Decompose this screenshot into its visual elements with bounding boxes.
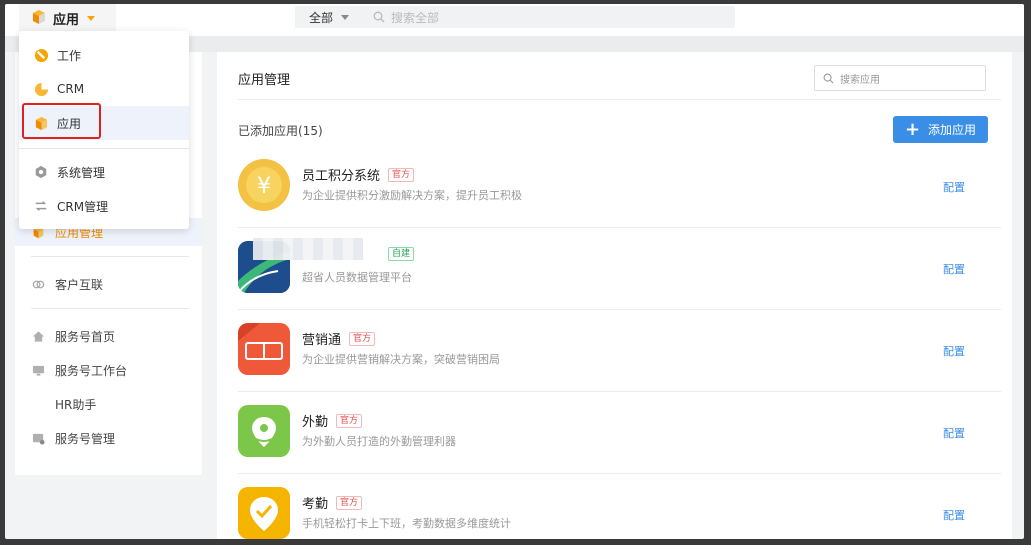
app-name-text: 外勤 xyxy=(302,415,329,430)
search-scope-label: 全部 xyxy=(309,10,334,25)
app-switcher-label: 应用 xyxy=(53,12,80,28)
list-item: ¥ 员工积分系统 官方 为企业提供积分激励解决方案，提升员工积极 配置 xyxy=(238,146,1001,228)
list-item: 自建 超省人员数据管理平台 配置 xyxy=(238,228,1001,310)
crm-manage-icon xyxy=(33,198,49,214)
configure-link[interactable]: 配置 xyxy=(943,343,965,359)
app-description: 手机轻松打卡上下班，考勤数据多维度统计 xyxy=(302,517,511,530)
plus-icon: + xyxy=(904,118,921,140)
blurred-app-name xyxy=(253,238,363,260)
home-icon xyxy=(31,329,45,343)
app-description: 超省人员数据管理平台 xyxy=(302,271,412,284)
list-item: 外勤 官方 为外勤人员打造的外勤管理利器 配置 xyxy=(238,392,1001,474)
search-icon xyxy=(373,11,385,23)
menu-item-crm-manage[interactable]: CRM管理 xyxy=(19,189,189,223)
app-name: 外勤 官方 xyxy=(302,411,363,430)
title-divider xyxy=(238,99,1001,100)
app-search-placeholder: 搜索应用 xyxy=(840,74,880,86)
work-icon xyxy=(33,47,49,63)
status-badge: 官方 xyxy=(336,495,363,510)
sidebar-divider xyxy=(31,308,189,309)
app-search-input[interactable]: 搜索应用 xyxy=(814,65,986,91)
list-item: 考勤 官方 手机轻松打卡上下班，考勤数据多维度统计 配置 xyxy=(238,474,1001,539)
app-description: 为企业提供营销解决方案，突破营销困局 xyxy=(302,353,500,366)
menu-item-label: CRM管理 xyxy=(57,199,109,214)
menu-item-label: CRM xyxy=(57,82,85,96)
main-panel: 应用管理 搜索应用 已添加应用(15) + 添加应用 ¥ 员工积分系统 官方 为… xyxy=(217,52,1012,539)
sidebar-item-service-manage[interactable]: 服务号管理 xyxy=(15,424,202,452)
manage-icon xyxy=(31,431,45,445)
app-name-text: 员工积分系统 xyxy=(302,169,381,184)
configure-link[interactable]: 配置 xyxy=(943,179,965,195)
link-icon xyxy=(31,277,45,291)
menu-item-label: 系统管理 xyxy=(57,165,106,180)
gear-icon xyxy=(33,164,49,180)
app-description: 为外勤人员打造的外勤管理利器 xyxy=(302,435,456,448)
configure-link[interactable]: 配置 xyxy=(943,261,965,277)
sidebar-item-label: 服务号首页 xyxy=(55,329,116,344)
sidebar-item-label: HR助手 xyxy=(55,397,97,412)
sidebar-item-service-home[interactable]: 服务号首页 xyxy=(15,322,202,350)
status-badge: 官方 xyxy=(388,167,415,182)
status-badge: 官方 xyxy=(336,413,363,428)
sidebar-item-label: 服务号管理 xyxy=(55,431,116,446)
configure-link[interactable]: 配置 xyxy=(943,507,965,523)
menu-item-label: 工作 xyxy=(57,48,82,63)
checkin-icon xyxy=(238,487,290,539)
sidebar-item-label: 服务号工作台 xyxy=(55,363,128,378)
sidebar-item-customer-connect[interactable]: 客户互联 xyxy=(15,270,202,298)
chevron-down-icon xyxy=(87,15,96,21)
status-badge: 官方 xyxy=(349,331,376,346)
global-search-input[interactable]: 搜索全部 xyxy=(373,9,439,26)
app-cube-icon xyxy=(31,9,47,28)
app-name: 营销通 官方 xyxy=(302,329,376,348)
global-search-placeholder: 搜索全部 xyxy=(391,10,440,25)
page-title: 应用管理 xyxy=(238,73,291,88)
chevron-down-icon xyxy=(341,14,350,20)
sidebar-item-label: 客户互联 xyxy=(55,277,104,292)
app-name-text: 考勤 xyxy=(302,497,329,512)
svg-text:¥: ¥ xyxy=(257,174,271,199)
highlight-annotation xyxy=(22,103,101,139)
menu-item-work[interactable]: 工作 xyxy=(19,38,189,72)
app-name: 员工积分系统 官方 xyxy=(302,165,415,184)
sidebar-item-service-workbench[interactable]: 服务号工作台 xyxy=(15,356,202,384)
monitor-icon xyxy=(31,363,45,377)
global-search[interactable]: 全部 搜索全部 xyxy=(295,6,735,28)
app-name: 自建 xyxy=(380,247,415,261)
added-apps-count: 已添加应用(15) xyxy=(238,124,323,138)
app-name: 考勤 官方 xyxy=(302,493,363,512)
add-app-button-label: 添加应用 xyxy=(928,123,977,137)
app-window: 应用 全部 搜索全部 应用管理 客户互联 服务号首页 服务号工作台 HR助手 服… xyxy=(5,4,1024,539)
list-item: 营销通 官方 为企业提供营销解决方案，突破营销困局 配置 xyxy=(238,310,1001,392)
status-badge: 自建 xyxy=(388,247,415,261)
search-icon xyxy=(823,73,834,83)
menu-divider xyxy=(19,148,189,149)
app-description: 为企业提供积分激励解决方案，提升员工积极 xyxy=(302,189,522,202)
marketing-icon xyxy=(238,323,290,375)
menu-item-system-manage[interactable]: 系统管理 xyxy=(19,155,189,189)
yen-coin-icon: ¥ xyxy=(238,159,290,211)
sidebar-divider xyxy=(31,256,189,257)
crm-icon xyxy=(33,81,49,97)
app-switcher[interactable]: 应用 xyxy=(19,4,116,32)
search-scope-select[interactable]: 全部 xyxy=(309,9,350,26)
menu-item-crm[interactable]: CRM xyxy=(19,72,189,106)
add-app-button[interactable]: + 添加应用 xyxy=(893,116,988,143)
location-pin-icon xyxy=(238,405,290,457)
app-switcher-menu: 工作 CRM 应用 系统管理 CRM管理 xyxy=(19,31,189,229)
configure-link[interactable]: 配置 xyxy=(943,425,965,441)
app-name-text: 营销通 xyxy=(302,333,342,348)
sidebar-item-hr-assistant[interactable]: HR助手 xyxy=(15,390,202,418)
